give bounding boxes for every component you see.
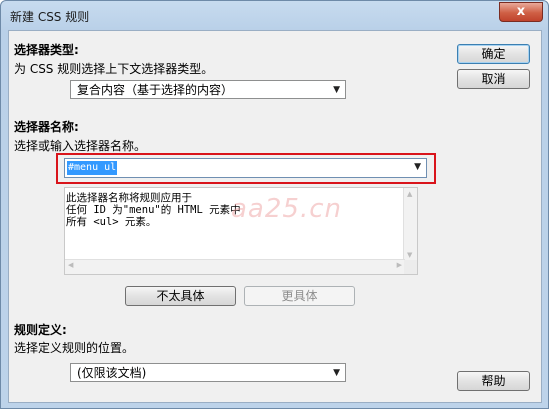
scroll-down-icon[interactable]: ▼: [407, 251, 412, 259]
scroll-left-icon[interactable]: ◀: [68, 261, 73, 269]
close-button[interactable]: x: [499, 2, 543, 22]
dialog-title: 新建 CSS 规则: [10, 10, 90, 24]
help-button[interactable]: 帮助: [457, 371, 530, 391]
detail-line: 所有 <ul> 元素。: [66, 216, 157, 228]
selector-type-heading: 选择器类型:: [14, 43, 79, 57]
scroll-right-icon[interactable]: ▶: [397, 261, 402, 269]
selector-name-value: #menu ul: [67, 161, 118, 175]
rule-definition-value: (仅限该文档): [77, 366, 147, 380]
selector-name-heading: 选择器名称:: [14, 120, 79, 134]
title-bar[interactable]: 新建 CSS 规则 x: [1, 1, 548, 31]
rule-definition-dropdown[interactable]: (仅限该文档) ▼: [70, 363, 346, 382]
horizontal-scrollbar[interactable]: ◀ ▶: [65, 259, 405, 274]
cancel-button[interactable]: 取消: [457, 69, 530, 89]
selector-name-description: 选择或输入选择器名称。: [14, 139, 147, 153]
ok-button[interactable]: 确定: [457, 44, 530, 64]
scroll-corner: [404, 260, 417, 274]
dialog-body: 选择器类型: 为 CSS 规则选择上下文选择器类型。 复合内容（基于选择的内容）…: [8, 30, 542, 403]
rule-definition-description: 选择定义规则的位置。: [14, 341, 135, 355]
selector-type-description: 为 CSS 规则选择上下文选择器类型。: [14, 62, 214, 76]
chevron-down-icon: ▼: [333, 85, 340, 95]
selector-name-input[interactable]: #menu ul ▼: [64, 158, 427, 178]
close-icon: x: [516, 4, 526, 19]
selector-type-dropdown[interactable]: 复合内容（基于选择的内容） ▼: [70, 80, 346, 99]
selector-type-value: 复合内容（基于选择的内容）: [77, 83, 234, 97]
rule-definition-heading: 规则定义:: [14, 323, 67, 337]
less-specific-button[interactable]: 不太具体: [125, 286, 236, 306]
chevron-down-icon[interactable]: ▼: [414, 162, 421, 172]
new-css-rule-dialog: 新建 CSS 规则 x 选择器类型: 为 CSS 规则选择上下文选择器类型。 复…: [0, 0, 549, 409]
watermark: aa25.cn: [231, 194, 342, 224]
scroll-up-icon[interactable]: ▲: [407, 190, 412, 198]
vertical-scrollbar[interactable]: ▲ ▼: [403, 188, 417, 261]
chevron-down-icon: ▼: [333, 368, 340, 378]
more-specific-button[interactable]: 更具体: [244, 286, 355, 306]
